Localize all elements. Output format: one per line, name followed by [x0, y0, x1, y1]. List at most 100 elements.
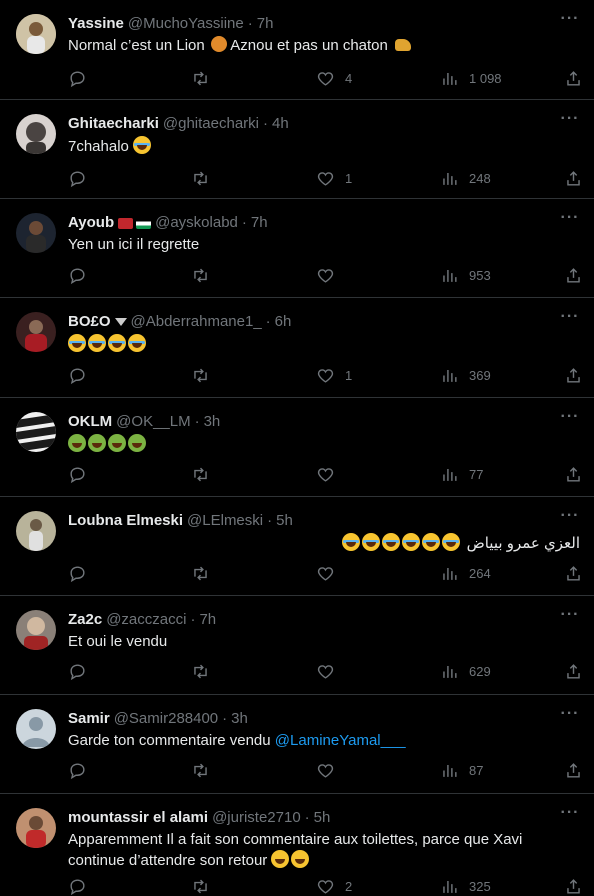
- avatar[interactable]: [16, 610, 56, 650]
- views-button[interactable]: 264: [440, 563, 491, 583]
- timestamp[interactable]: 4h: [272, 114, 289, 134]
- avatar[interactable]: [16, 709, 56, 749]
- timestamp[interactable]: 3h: [231, 709, 248, 729]
- like-button[interactable]: 2: [316, 876, 352, 896]
- tweet[interactable]: OKLM @OK__LM · 3h ··· 77: [0, 398, 594, 497]
- like-button[interactable]: [316, 563, 345, 583]
- more-icon[interactable]: ···: [560, 210, 580, 231]
- timestamp[interactable]: 7h: [257, 14, 274, 34]
- author-handle[interactable]: @LElmeski: [187, 511, 263, 531]
- more-icon[interactable]: ···: [560, 11, 580, 32]
- reply-button[interactable]: [68, 876, 97, 896]
- like-button[interactable]: 4: [316, 68, 352, 88]
- more-icon[interactable]: ···: [560, 805, 580, 826]
- author-name[interactable]: Za2c: [68, 610, 102, 630]
- timestamp[interactable]: 5h: [314, 808, 331, 828]
- author-name[interactable]: Samir: [68, 709, 110, 729]
- retweet-button[interactable]: [191, 265, 220, 285]
- author-handle[interactable]: @ghitaecharki: [163, 114, 259, 134]
- avatar[interactable]: [16, 14, 56, 54]
- tweet[interactable]: Ayoub @ayskolabd · 7h ··· Yen un ici il …: [0, 199, 594, 298]
- author-name[interactable]: Yassine: [68, 14, 124, 34]
- views-button[interactable]: 369: [440, 365, 491, 385]
- reply-button[interactable]: [68, 365, 97, 385]
- avatar[interactable]: [16, 412, 56, 452]
- author-name[interactable]: Ayoub: [68, 213, 114, 233]
- tweet[interactable]: Ghitaecharki @ghitaecharki · 4h ··· 7cha…: [0, 100, 594, 199]
- avatar[interactable]: [16, 808, 56, 848]
- avatar[interactable]: [16, 312, 56, 352]
- author-handle[interactable]: @zacczacci: [106, 610, 186, 630]
- retweet-button[interactable]: [191, 760, 220, 780]
- tweet[interactable]: Samir @Samir288400 · 3h ··· Garde ton co…: [0, 695, 594, 794]
- timestamp[interactable]: 5h: [276, 511, 293, 531]
- share-button[interactable]: [564, 265, 583, 285]
- more-icon[interactable]: ···: [560, 706, 580, 727]
- author-handle[interactable]: @Abderrahmane1_: [131, 312, 262, 332]
- timestamp[interactable]: 6h: [275, 312, 292, 332]
- retweet-button[interactable]: [191, 168, 220, 188]
- more-icon[interactable]: ···: [560, 409, 580, 430]
- avatar[interactable]: [16, 114, 56, 154]
- retweet-button[interactable]: [191, 563, 220, 583]
- share-button[interactable]: [564, 876, 583, 896]
- like-button[interactable]: [316, 265, 345, 285]
- timestamp[interactable]: 3h: [204, 412, 221, 432]
- share-button[interactable]: [564, 168, 583, 188]
- timestamp[interactable]: 7h: [251, 213, 268, 233]
- share-button[interactable]: [564, 464, 583, 484]
- reply-button[interactable]: [68, 563, 97, 583]
- retweet-button[interactable]: [191, 661, 220, 681]
- views-button[interactable]: 1 098: [440, 68, 502, 88]
- tweet[interactable]: Loubna Elmeski @LElmeski · 5h ··· العزي …: [0, 497, 594, 596]
- reply-button[interactable]: [68, 661, 97, 681]
- more-icon[interactable]: ···: [560, 309, 580, 330]
- tweet[interactable]: Za2c @zacczacci · 7h ··· Et oui le vendu…: [0, 596, 594, 695]
- tweet[interactable]: mountassir el alami @juriste2710 · 5h ··…: [0, 794, 594, 896]
- retweet-button[interactable]: [191, 464, 220, 484]
- like-button[interactable]: [316, 760, 345, 780]
- views-button[interactable]: 325: [440, 876, 491, 896]
- author-name[interactable]: BO£O: [68, 312, 111, 332]
- avatar[interactable]: [16, 213, 56, 253]
- share-button[interactable]: [564, 661, 583, 681]
- views-button[interactable]: 77: [440, 464, 483, 484]
- like-button[interactable]: 1: [316, 365, 352, 385]
- timestamp[interactable]: 7h: [199, 610, 216, 630]
- author-name[interactable]: mountassir el alami: [68, 808, 208, 828]
- retweet-button[interactable]: [191, 68, 220, 88]
- author-handle[interactable]: @ayskolabd: [155, 213, 238, 233]
- reply-button[interactable]: [68, 265, 97, 285]
- retweet-button[interactable]: [191, 876, 220, 896]
- retweet-button[interactable]: [191, 365, 220, 385]
- author-handle[interactable]: @Samir288400: [114, 709, 218, 729]
- more-icon[interactable]: ···: [560, 111, 580, 132]
- mention-link[interactable]: @LamineYamal___: [275, 732, 406, 749]
- author-handle[interactable]: @MuchoYassiine: [128, 14, 244, 34]
- share-button[interactable]: [564, 365, 583, 385]
- author-handle[interactable]: @OK__LM: [116, 412, 190, 432]
- share-button[interactable]: [564, 760, 583, 780]
- reply-button[interactable]: [68, 760, 97, 780]
- like-button[interactable]: [316, 464, 345, 484]
- author-handle[interactable]: @juriste2710: [212, 808, 301, 828]
- more-icon[interactable]: ···: [560, 607, 580, 628]
- more-icon[interactable]: ···: [560, 508, 580, 529]
- share-button[interactable]: [564, 563, 583, 583]
- author-name[interactable]: Ghitaecharki: [68, 114, 159, 134]
- reply-button[interactable]: [68, 68, 97, 88]
- reply-button[interactable]: [68, 168, 97, 188]
- avatar[interactable]: [16, 511, 56, 551]
- reply-button[interactable]: [68, 464, 97, 484]
- share-button[interactable]: [564, 68, 583, 88]
- like-button[interactable]: 1: [316, 168, 352, 188]
- views-button[interactable]: 248: [440, 168, 491, 188]
- views-button[interactable]: 629: [440, 661, 491, 681]
- views-button[interactable]: 87: [440, 760, 483, 780]
- author-name[interactable]: OKLM: [68, 412, 112, 432]
- tweet[interactable]: BO£O @Abderrahmane1_ · 6h ··· 1 369: [0, 298, 594, 398]
- author-name[interactable]: Loubna Elmeski: [68, 511, 183, 531]
- views-button[interactable]: 953: [440, 265, 491, 285]
- like-button[interactable]: [316, 661, 345, 681]
- tweet[interactable]: Yassine @MuchoYassiine · 7h ··· Normal c…: [0, 0, 594, 100]
